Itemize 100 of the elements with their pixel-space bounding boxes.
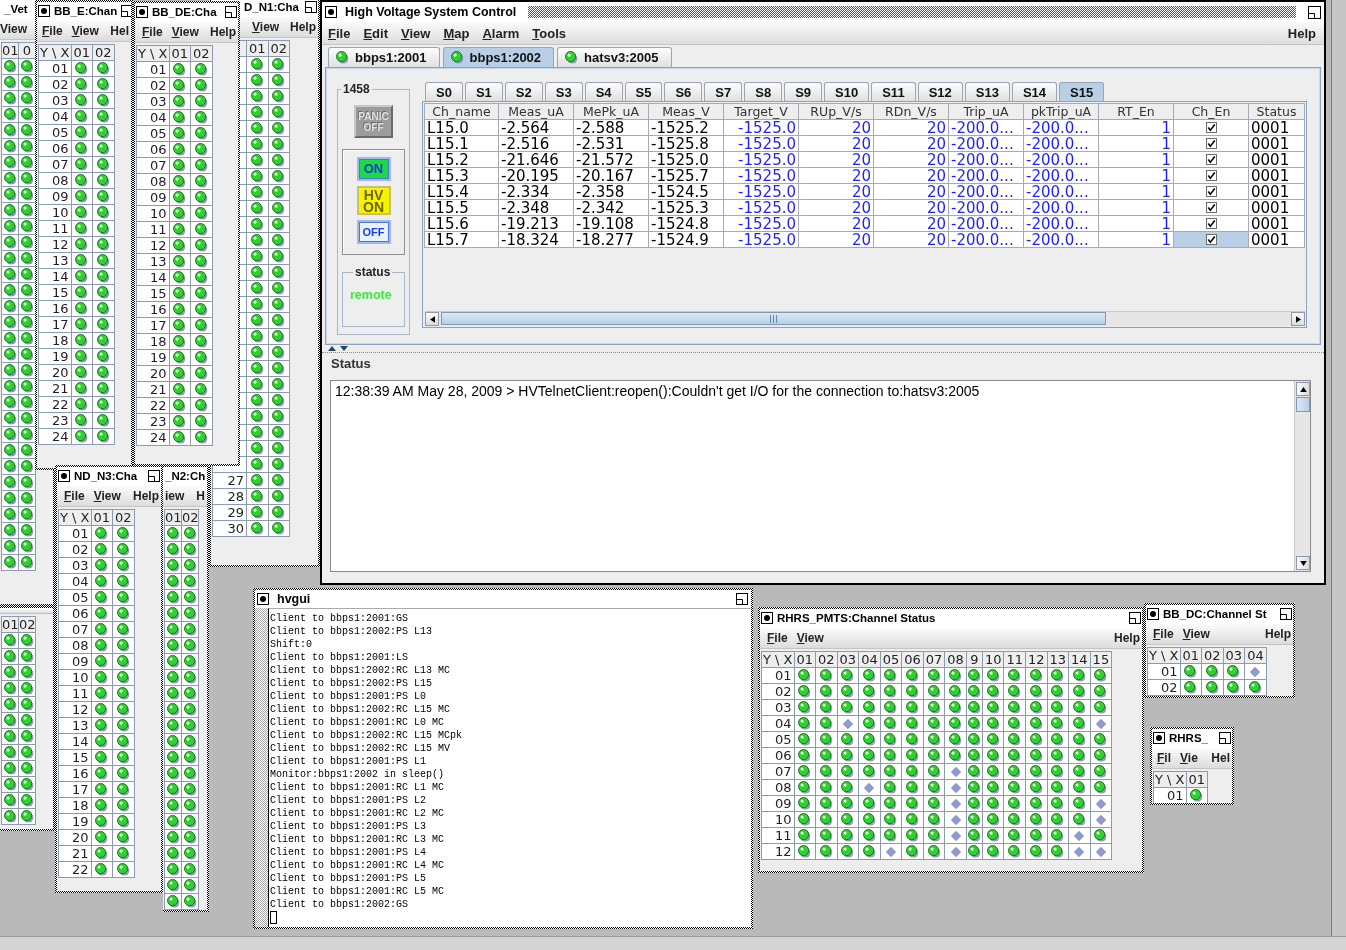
up-arrow-icon[interactable] — [328, 346, 336, 351]
table-cell[interactable]: -200.0... — [948, 215, 1024, 232]
table-cell[interactable]: -20.167 — [573, 167, 649, 184]
desktop-scrollbar[interactable] — [1331, 0, 1346, 936]
table-cell[interactable]: 1 — [1098, 231, 1174, 248]
slot-tab[interactable]: S10 — [824, 82, 870, 101]
table-cell[interactable]: 20 — [873, 215, 949, 232]
table-cell[interactable]: 20 — [798, 183, 874, 200]
table-cell[interactable]: L15.5 — [424, 199, 499, 216]
slot-tab[interactable]: S14 — [1011, 82, 1058, 101]
maximize-icon[interactable] — [225, 6, 237, 18]
table-cell[interactable]: 20 — [798, 231, 874, 248]
table-cell[interactable]: -18.277 — [573, 231, 649, 248]
table-cell[interactable]: 20 — [873, 151, 949, 168]
horizontal-scrollbar[interactable] — [425, 311, 1305, 326]
table-cell[interactable]: 1 — [1098, 167, 1174, 184]
column-header[interactable]: Meas_uA — [498, 103, 574, 120]
table-cell[interactable]: -200.0... — [1023, 231, 1099, 248]
checkbox[interactable] — [1205, 186, 1217, 197]
menu-item[interactable]: File — [767, 631, 788, 645]
column-header[interactable]: Target_V — [723, 103, 799, 120]
table-cell[interactable]: 1 — [1098, 183, 1174, 200]
menu-item[interactable]: Help — [1265, 627, 1291, 641]
maximize-icon[interactable] — [1280, 608, 1292, 620]
slot-tab[interactable]: S9 — [784, 82, 823, 101]
table-cell[interactable]: -1525.0 — [723, 199, 799, 216]
maximize-icon[interactable] — [305, 1, 317, 13]
maximize-icon[interactable] — [1219, 732, 1231, 744]
table-cell[interactable]: 20 — [798, 151, 874, 168]
table-cell[interactable]: -21.646 — [498, 151, 574, 168]
menu-item[interactable]: Help — [210, 25, 236, 39]
table-cell[interactable]: -1525.2 — [648, 119, 724, 136]
column-header[interactable]: RDn_V/s — [873, 103, 949, 120]
scroll-right-button[interactable] — [1291, 312, 1305, 326]
table-cell[interactable]: -200.0... — [948, 167, 1024, 184]
table-cell[interactable] — [1173, 135, 1249, 152]
column-header[interactable]: Ch_En — [1173, 103, 1249, 120]
menu-item[interactable]: File — [1153, 627, 1174, 641]
table-cell[interactable]: -1525.0 — [723, 119, 799, 136]
table-cell[interactable]: L15.3 — [424, 167, 499, 184]
table-cell[interactable] — [1173, 215, 1249, 232]
table-cell[interactable]: -1525.0 — [723, 231, 799, 248]
column-header[interactable]: Ch_name — [424, 103, 499, 120]
off-button[interactable]: OFF — [356, 220, 391, 244]
table-cell[interactable]: L15.0 — [424, 119, 499, 136]
scroll-down-button[interactable] — [1296, 556, 1310, 570]
table-cell[interactable]: -2.516 — [498, 135, 574, 152]
slot-tab[interactable]: S1 — [464, 82, 503, 101]
table-cell[interactable]: 20 — [873, 231, 949, 248]
table-cell[interactable]: L15.4 — [424, 183, 499, 200]
table-cell[interactable]: -2.588 — [573, 119, 649, 136]
slot-tab[interactable]: S8 — [744, 82, 783, 101]
checkbox[interactable] — [1205, 122, 1217, 133]
table-cell[interactable]: L15.1 — [424, 135, 499, 152]
desktop-scrollbar[interactable] — [0, 936, 1346, 950]
table-cell[interactable]: -200.0... — [948, 183, 1024, 200]
checkbox[interactable] — [1205, 138, 1217, 149]
down-arrow-icon[interactable] — [340, 346, 348, 351]
menu-item[interactable]: View — [401, 26, 431, 40]
menu-item[interactable]: File — [328, 26, 351, 40]
column-header[interactable]: Status — [1248, 103, 1305, 120]
table-cell[interactable]: -18.324 — [498, 231, 574, 248]
slot-tab[interactable]: S11 — [871, 82, 916, 101]
table-cell[interactable]: -2.334 — [498, 183, 574, 200]
menu-item[interactable]: iew — [165, 489, 185, 503]
table-cell[interactable]: -200.0... — [1023, 119, 1099, 136]
column-header[interactable]: Trip_uA — [948, 103, 1024, 120]
table-cell[interactable]: L15.2 — [424, 151, 499, 168]
slot-tab[interactable]: S13 — [964, 82, 1010, 101]
menu-item[interactable]: Map — [443, 26, 470, 40]
table-cell[interactable]: L15.6 — [424, 215, 499, 232]
menu-item[interactable]: Fil — [1157, 751, 1171, 765]
table-cell[interactable]: 20 — [873, 183, 949, 200]
menu-item[interactable]: View — [1182, 627, 1210, 641]
menu-item[interactable]: File — [42, 24, 63, 38]
menu-item[interactable]: Help — [290, 20, 316, 34]
table-cell[interactable]: -2.564 — [498, 119, 574, 136]
menu-item[interactable]: View — [71, 24, 99, 38]
window-menu-icon[interactable] — [1147, 608, 1159, 620]
table-cell[interactable] — [1173, 119, 1249, 136]
slot-tab[interactable]: S12 — [917, 82, 963, 101]
table-cell[interactable]: -1525.3 — [648, 199, 724, 216]
table-cell[interactable]: -1525.0 — [723, 167, 799, 184]
table-cell[interactable]: -2.531 — [573, 135, 649, 152]
maximize-icon[interactable] — [1308, 5, 1321, 19]
table-cell[interactable]: -19.213 — [498, 215, 574, 232]
table-cell[interactable]: -200.0... — [948, 119, 1024, 136]
menu-item[interactable]: Hel — [1211, 751, 1230, 765]
table-cell[interactable]: 20 — [873, 135, 949, 152]
table-cell[interactable]: -200.0... — [948, 199, 1024, 216]
table-cell[interactable]: 20 — [798, 135, 874, 152]
table-cell[interactable]: -200.0... — [1023, 183, 1099, 200]
table-cell[interactable]: -1525.0 — [723, 151, 799, 168]
table-cell[interactable]: 1 — [1098, 119, 1174, 136]
table-cell[interactable]: 0001 — [1248, 215, 1305, 232]
table-cell[interactable]: 20 — [798, 199, 874, 216]
table-cell[interactable]: 20 — [873, 199, 949, 216]
menu-item[interactable]: Edit — [363, 26, 388, 40]
menu-item[interactable]: File — [64, 489, 85, 503]
window-menu-icon[interactable] — [257, 593, 269, 605]
